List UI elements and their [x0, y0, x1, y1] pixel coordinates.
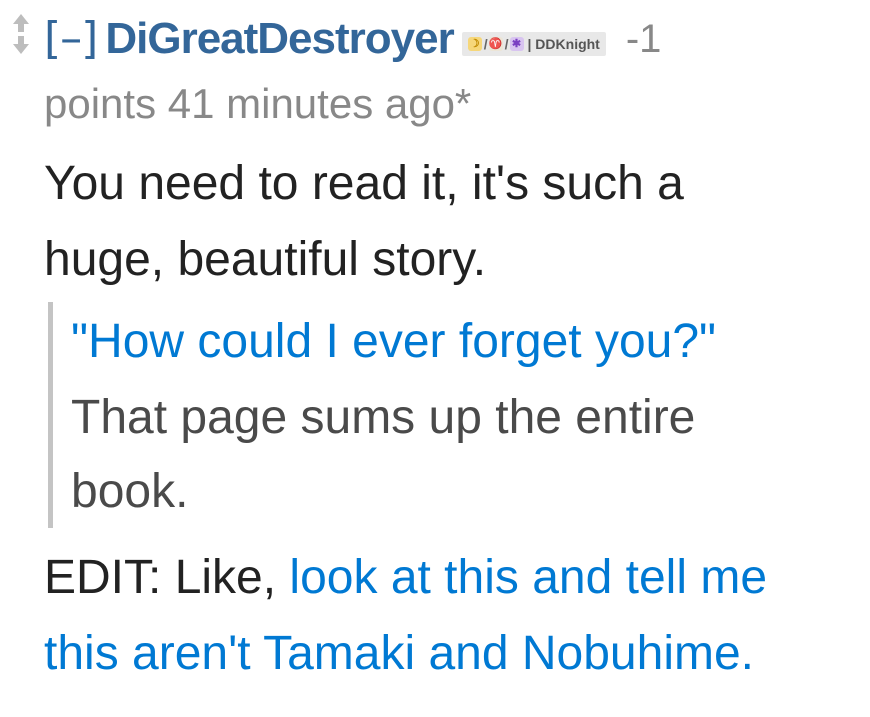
- flair-separator: /: [483, 36, 488, 52]
- upvote-arrow-icon[interactable]: [13, 14, 29, 32]
- timestamp: points 41 minutes ago*: [44, 80, 472, 127]
- crescent-icon: ☽: [467, 37, 482, 51]
- downvote-arrow-icon[interactable]: [13, 36, 29, 54]
- comment-tagline: [–] DiGreatDestroyer ☽ / ♈ / ✱ | DDKnigh…: [44, 4, 661, 74]
- comment-body-line: huge, beautiful story.: [44, 233, 487, 286]
- goat-icon: ♈: [488, 37, 503, 51]
- comment: [–] DiGreatDestroyer ☽ / ♈ / ✱ | DDKnigh…: [0, 0, 870, 717]
- blockquote: "How could I ever forget you?" That page…: [48, 302, 853, 528]
- vote-arrows-icon: [13, 14, 29, 54]
- author-link[interactable]: DiGreatDestroyer: [105, 17, 454, 61]
- quote-line: "How could I ever forget you?": [71, 315, 717, 368]
- alien-monster-icon: ✱: [509, 37, 524, 51]
- quote-line: That page sums up the entire: [71, 391, 696, 444]
- comment-body-line: You need to read it, it's such a: [44, 157, 684, 210]
- vote-arrows[interactable]: [8, 12, 34, 56]
- edit-link[interactable]: this aren't Tamaki and Nobuhime.: [44, 627, 754, 680]
- flair-text: | DDKnight: [527, 36, 600, 52]
- score: -1: [625, 17, 662, 61]
- collapse-toggle[interactable]: [–]: [44, 17, 98, 61]
- edit-link[interactable]: look at this and tell me: [289, 551, 767, 604]
- user-flair: ☽ / ♈ / ✱ | DDKnight: [461, 32, 606, 56]
- edit-prefix: EDIT: Like,: [44, 551, 290, 604]
- flair-separator: /: [504, 36, 509, 52]
- edit-line: EDIT: Like, look at this and tell me: [44, 540, 767, 616]
- edit-line: this aren't Tamaki and Nobuhime.: [44, 616, 754, 692]
- quote-line: book.: [71, 465, 189, 518]
